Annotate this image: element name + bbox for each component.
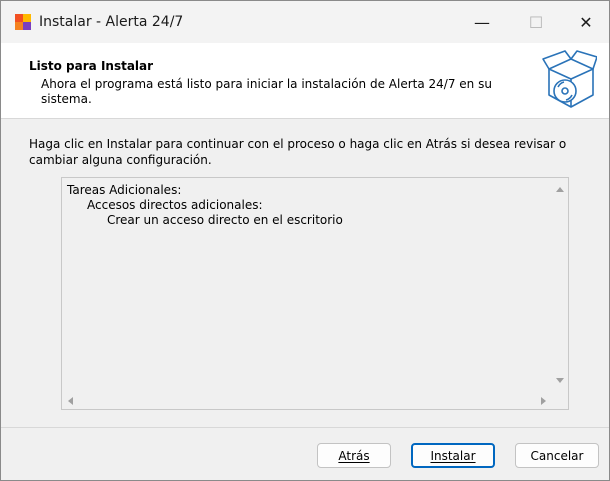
setup-box-cd-icon (542, 50, 597, 108)
scroll-left-icon[interactable] (68, 397, 73, 405)
page-subtitle: Ahora el programa está listo para inicia… (41, 77, 492, 106)
installer-window: Instalar - Alerta 24/7 — ☐ ✕ Listo para … (0, 0, 610, 481)
page-title: Listo para Instalar (29, 59, 154, 73)
horizontal-scrollbar[interactable] (62, 392, 552, 409)
settings-summary-memo[interactable]: Tareas Adicionales: Accesos directos adi… (61, 177, 569, 410)
wizard-header: Listo para Instalar Ahora el programa es… (1, 43, 609, 119)
memo-content: Tareas Adicionales: Accesos directos adi… (67, 183, 343, 228)
back-button[interactable]: Atrás (317, 443, 391, 468)
cancel-button-label: Cancelar (530, 448, 584, 463)
instructions-text: Haga clic en Instalar para continuar con… (29, 137, 567, 167)
window-title: Instalar - Alerta 24/7 (39, 14, 184, 30)
install-button-label: Instalar (430, 448, 476, 463)
scroll-up-icon[interactable] (556, 187, 564, 192)
memo-line-desktop-shortcut: Crear un acceso directo en el escritorio (107, 213, 343, 227)
cancel-button[interactable]: Cancelar (515, 443, 599, 468)
scroll-right-icon[interactable] (541, 397, 546, 405)
install-button[interactable]: Instalar (411, 443, 495, 468)
footer-divider (1, 427, 609, 428)
minimize-button[interactable]: — (459, 1, 505, 43)
memo-line-tasks: Tareas Adicionales: (67, 183, 182, 197)
scroll-down-icon[interactable] (556, 378, 564, 383)
maximize-button[interactable]: ☐ (513, 1, 559, 43)
memo-line-shortcuts: Accesos directos adicionales: (87, 198, 263, 212)
close-button[interactable]: ✕ (563, 1, 609, 43)
back-button-label: Atrás (338, 448, 370, 463)
vertical-scrollbar[interactable] (551, 178, 568, 392)
app-icon (15, 14, 31, 30)
title-bar: Instalar - Alerta 24/7 — ☐ ✕ (1, 1, 609, 43)
